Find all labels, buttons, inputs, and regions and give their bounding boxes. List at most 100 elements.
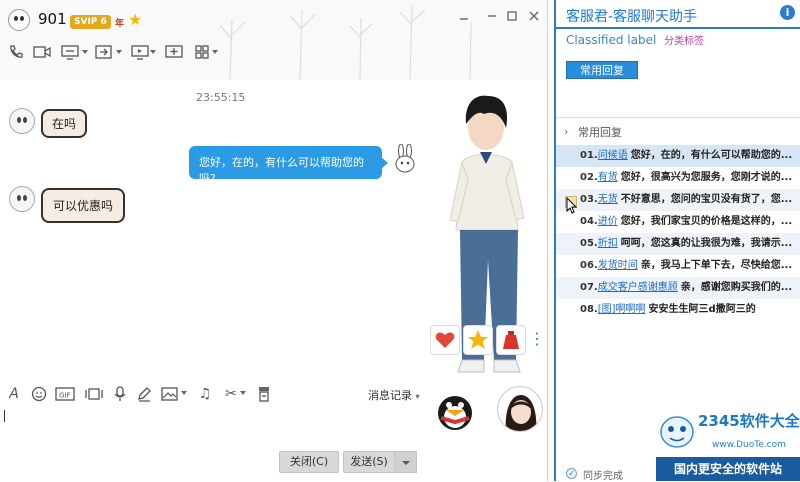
label-word: label xyxy=(627,33,657,47)
send-button[interactable]: 发送(S) xyxy=(343,451,395,473)
minimize-icon[interactable] xyxy=(456,10,472,26)
vip-badge[interactable]: SVIP 6 xyxy=(70,15,111,29)
reply-text: 您好，很高兴为您服务，您刚才说的... xyxy=(620,172,793,183)
app-add-icon[interactable] xyxy=(164,44,184,64)
reply-number: 01. xyxy=(580,150,598,161)
reply-keyword-link[interactable]: 进价 xyxy=(598,216,618,227)
chevron-down-icon[interactable] xyxy=(181,391,187,397)
section-chevron-icon[interactable]: › xyxy=(564,125,568,138)
heart-gift-icon[interactable] xyxy=(430,325,460,355)
reply-list: 01.问候语 您好，在的，有什么可以帮助您的... 02.有货 您好，很高兴为您服务… xyxy=(556,145,800,321)
message-history-label: 消息记录 xyxy=(368,389,412,402)
pencil-icon[interactable] xyxy=(136,384,152,404)
close-window-button[interactable] xyxy=(526,10,542,26)
contact-message-avatar[interactable] xyxy=(9,108,35,134)
reply-keyword-link[interactable]: 无货 xyxy=(598,194,618,205)
reply-item[interactable]: 01.问候语 您好，在的，有什么可以帮助您的... xyxy=(556,145,800,167)
incoming-message-bubble: 可以优惠吗 xyxy=(41,188,126,223)
reply-text: 不好意思，您问的宝贝没有货了，您... xyxy=(620,194,793,205)
video-icon[interactable] xyxy=(32,44,52,64)
reply-item[interactable]: 06.发货时间 亲，我马上下单下去，尽快给您... xyxy=(556,255,800,277)
qq-penguin-logo[interactable] xyxy=(433,388,477,432)
self-profile-avatar[interactable] xyxy=(497,386,543,432)
music-icon[interactable]: ♫ xyxy=(196,384,214,404)
file-transfer-icon[interactable] xyxy=(94,44,114,64)
watermark: 2345软件大全 www.DuoTe.com 国内更安全的软件站 xyxy=(656,410,800,481)
chevron-down-icon[interactable] xyxy=(82,50,88,56)
image-icon[interactable] xyxy=(160,384,180,404)
message-input-field[interactable] xyxy=(4,410,5,422)
classified-label-heading: Classified label 分类标签 xyxy=(566,32,704,47)
chevron-down-icon[interactable] xyxy=(212,50,218,56)
watermark-logo-text: 2345软件大全 xyxy=(698,412,800,430)
reply-number: 02. xyxy=(580,172,598,183)
incoming-message-bubble: 在吗 xyxy=(41,109,88,138)
reply-number: 06. xyxy=(580,260,598,271)
reply-text: 亲，感谢您购买我们的... xyxy=(680,282,793,293)
reply-item[interactable]: 03.无货 不好意思，您问的宝贝没有货了，您... xyxy=(556,189,800,211)
reply-item[interactable]: 02.有货 您好，很高兴为您服务，您刚才说的... xyxy=(556,167,800,189)
font-icon[interactable]: A xyxy=(6,384,22,404)
lucky-bag-gift-icon[interactable] xyxy=(496,325,526,355)
message-timestamp: 23:55:15 xyxy=(196,91,246,104)
sync-check-icon: ✓ xyxy=(566,468,577,479)
title-divider xyxy=(556,27,800,29)
info-icon[interactable]: i xyxy=(780,5,795,20)
outgoing-message-bubble: 您好，在的，有什么可以帮助您的吗? xyxy=(189,146,388,185)
scissors-icon[interactable]: ✂ xyxy=(222,384,240,404)
send-options-dropdown[interactable] xyxy=(395,451,417,473)
reply-item[interactable]: 07.成交客户感谢惠顾 亲，感谢您购买我们的... xyxy=(556,277,800,299)
gif-icon[interactable]: GIF xyxy=(54,384,76,404)
close-button[interactable]: 关闭(C) xyxy=(279,451,339,473)
top-toolbar xyxy=(0,44,240,72)
trash-icon[interactable] xyxy=(256,384,272,404)
assistant-header: 客服君-客服聊天助手 i Classified label 分类标签 常用回复 xyxy=(556,0,800,118)
reply-item[interactable]: 05.折扣 呵呵，您这真的让我很为难，我请示... xyxy=(556,233,800,255)
common-reply-button[interactable]: 常用回复 xyxy=(566,61,638,79)
rabbit-avatar-icon[interactable] xyxy=(392,144,418,174)
mouse-pointer-icon xyxy=(566,197,578,214)
chevron-down-icon[interactable] xyxy=(150,50,156,56)
message-history-button[interactable]: 消息记录 ▾ xyxy=(368,387,420,403)
microphone-icon[interactable] xyxy=(112,384,128,404)
input-toolbar: A GIF ♫ ✂ xyxy=(0,384,430,406)
contact-message-avatar[interactable] xyxy=(9,186,35,212)
title-bar: 901 SVIP 6 年 ★ xyxy=(0,0,548,38)
reply-text: 亲，我马上下单下去，尽快给您... xyxy=(640,260,793,271)
mascot-logo xyxy=(660,416,694,448)
minimize-button[interactable] xyxy=(484,10,500,26)
chevron-down-icon[interactable] xyxy=(116,50,122,56)
reply-number: 08. xyxy=(580,304,598,315)
maximize-button[interactable] xyxy=(504,10,520,26)
sync-status: 同步完成 xyxy=(583,471,623,482)
watermark-url: www.DuoTe.com xyxy=(712,440,786,450)
screen-share-icon[interactable] xyxy=(60,44,80,64)
video-clip-icon[interactable] xyxy=(84,384,104,404)
reply-item[interactable]: 08.[图]啊啊啊 安安生生阿三d撒阿三的 xyxy=(556,299,800,321)
reply-text: 您好，在的，有什么可以帮助您的... xyxy=(630,150,793,161)
chevron-down-icon[interactable] xyxy=(240,391,246,397)
contact-name: 901 xyxy=(38,10,67,28)
phone-icon[interactable] xyxy=(6,44,26,64)
reply-keyword-link[interactable]: 成交客户感谢惠顾 xyxy=(598,282,678,293)
year-badge: 年 xyxy=(115,19,125,29)
reply-item[interactable]: 04.进价 您好，我们家宝贝的价格是这样的，... xyxy=(556,211,800,233)
reply-text: 安安生生阿三d撒阿三的 xyxy=(648,304,756,315)
reply-keyword-link[interactable]: 问候语 xyxy=(598,150,628,161)
contact-avatar[interactable] xyxy=(8,9,30,31)
remote-desktop-icon[interactable] xyxy=(130,44,150,64)
star-gift-icon[interactable] xyxy=(463,325,493,355)
crown-icon[interactable]: ★ xyxy=(128,12,142,28)
reply-keyword-link[interactable]: 发货时间 xyxy=(598,260,638,271)
reply-number: 05. xyxy=(580,238,598,249)
emoji-icon[interactable] xyxy=(30,384,48,404)
more-gifts-icon[interactable]: ⋮ xyxy=(529,325,545,355)
section-header: 常用回复 xyxy=(578,126,622,139)
reply-keyword-link[interactable]: [图]啊啊啊 xyxy=(598,304,646,315)
reply-number: 04. xyxy=(580,216,598,227)
apps-grid-icon[interactable] xyxy=(192,44,212,64)
reply-number: 03. xyxy=(580,194,598,205)
classified-word: Classified xyxy=(566,33,624,47)
reply-keyword-link[interactable]: 折扣 xyxy=(598,238,618,249)
reply-keyword-link[interactable]: 有货 xyxy=(598,172,618,183)
